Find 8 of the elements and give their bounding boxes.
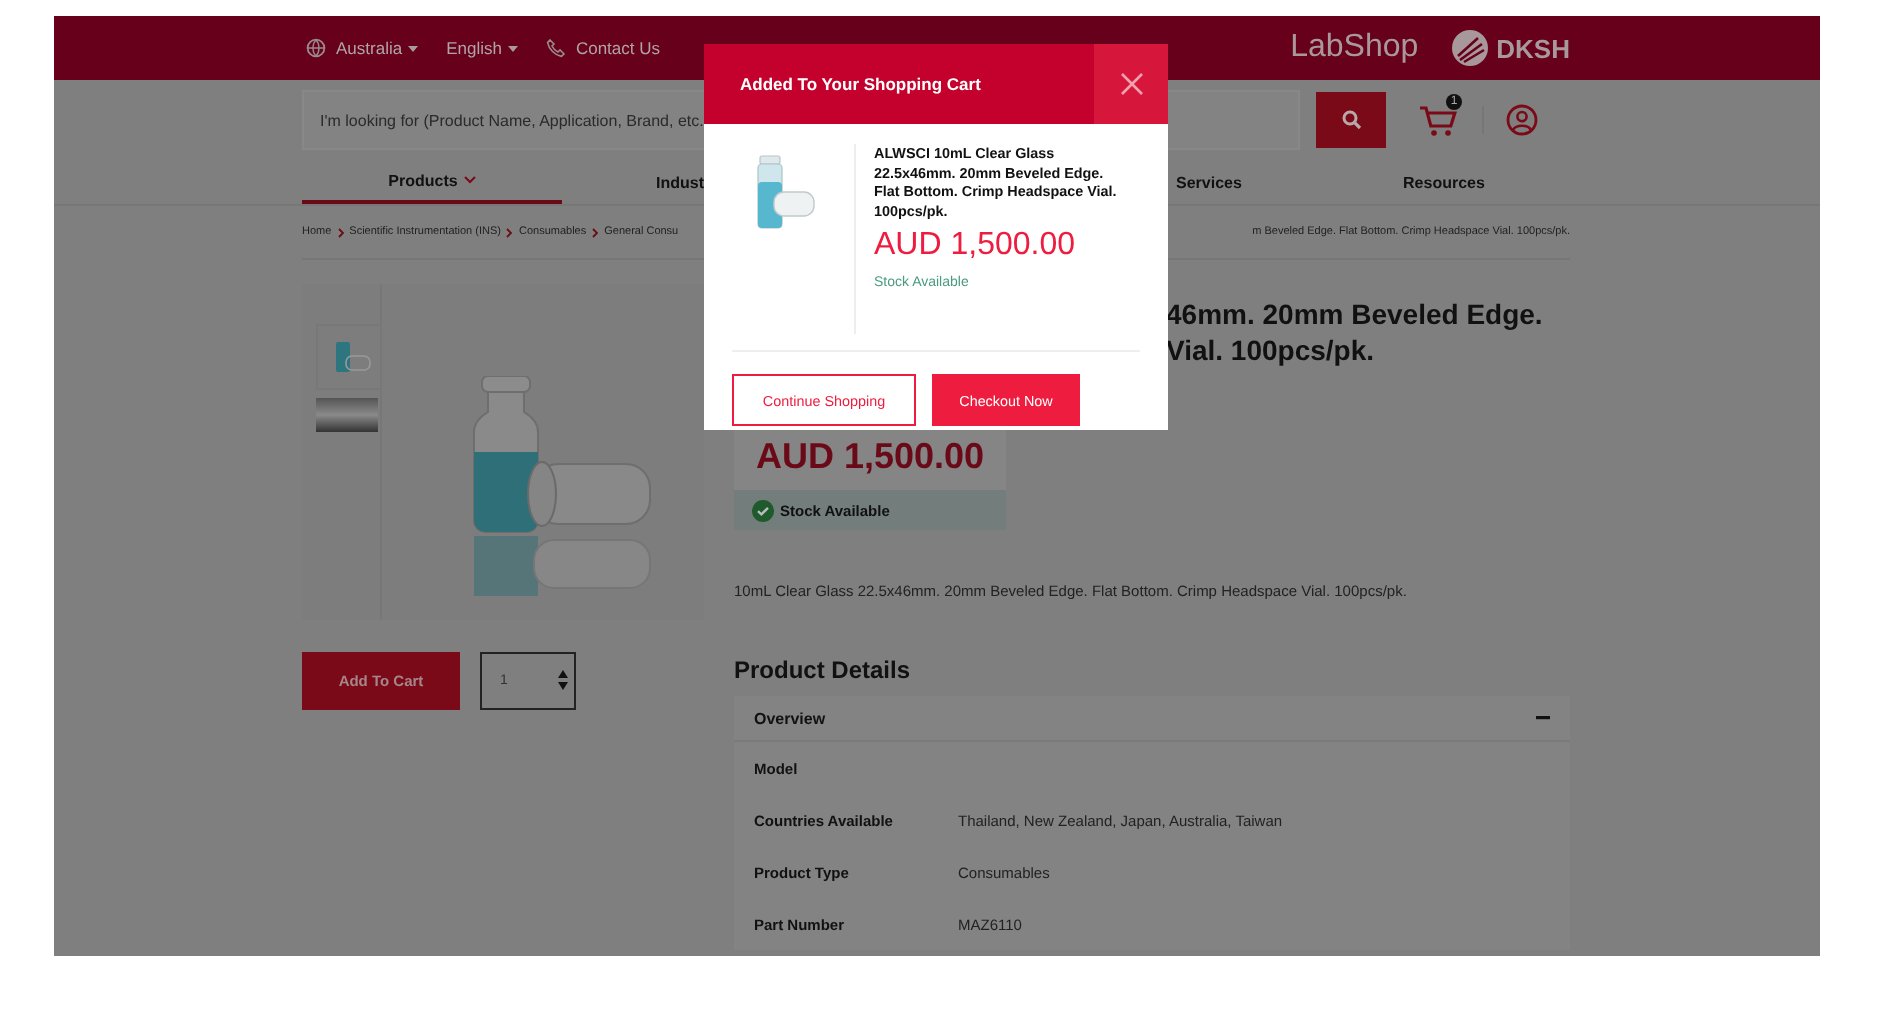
brand-name: LabShop [1290,30,1419,66]
product-title: Vial. 100pcs/pk. [1166,332,1377,368]
dialog-title: Added To Your Shopping Cart [738,74,981,94]
logo-text: DKSH [1496,33,1570,63]
section-heading: Product Details [734,656,913,684]
price: AUD 1,500.00 [874,228,1078,264]
price: AUD 1,500.00 [755,436,985,478]
product-title: 46mm. 20mm Beveled Edge. [1166,296,1545,332]
